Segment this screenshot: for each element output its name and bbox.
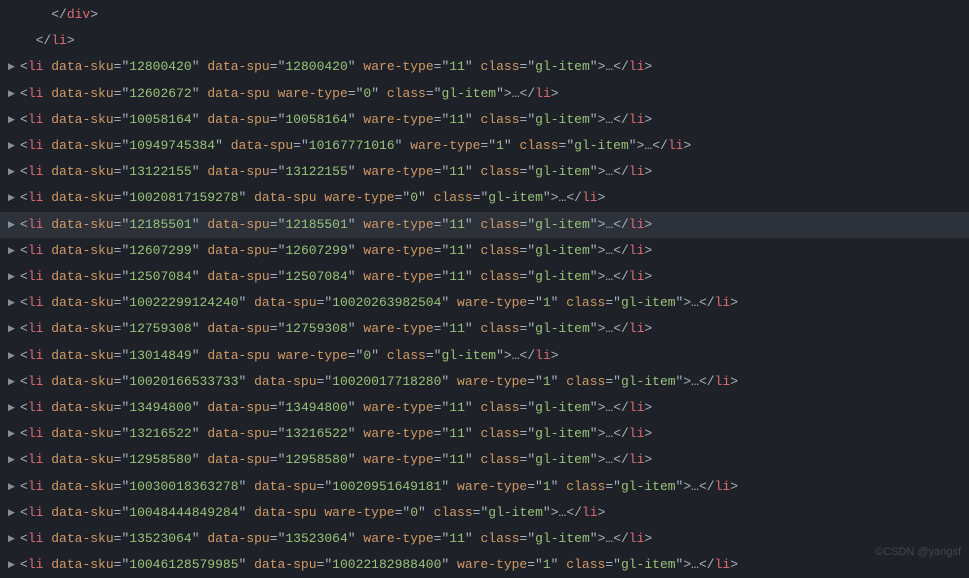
expand-arrow-icon[interactable]: ▶ — [8, 185, 15, 211]
expand-arrow-icon[interactable]: ▶ — [8, 343, 15, 369]
li-element-line[interactable]: ▶<li data-sku="10020166533733" data-spu=… — [0, 369, 969, 395]
expand-arrow-icon[interactable]: ▶ — [8, 369, 15, 395]
li-element-line[interactable]: ▶<li data-sku="13523064" data-spu="13523… — [0, 526, 969, 552]
expand-arrow-icon[interactable]: ▶ — [8, 500, 15, 526]
li-element-line[interactable]: ▶<li data-sku="10949745384" data-spu="10… — [0, 133, 969, 159]
expand-arrow-icon[interactable]: ▶ — [8, 526, 15, 552]
expand-arrow-icon[interactable]: ▶ — [8, 474, 15, 500]
expand-arrow-icon[interactable]: ▶ — [8, 395, 15, 421]
watermark: ©CSDN @yangsf — [875, 539, 961, 565]
li-element-line[interactable]: ▶<li data-sku="12185501" data-spu="12185… — [0, 212, 969, 238]
expand-arrow-icon[interactable]: ▶ — [8, 552, 15, 578]
expand-arrow-icon[interactable]: ▶ — [8, 264, 15, 290]
li-element-line[interactable]: ▶<li data-sku="12607299" data-spu="12607… — [0, 238, 969, 264]
expand-arrow-icon[interactable]: ▶ — [8, 133, 15, 159]
expand-arrow-icon[interactable]: ▶ — [8, 290, 15, 316]
expand-arrow-icon[interactable]: ▶ — [8, 238, 15, 264]
li-element-line[interactable]: ▶<li data-sku="10020817159278" data-spu … — [0, 185, 969, 211]
li-element-line[interactable]: ▶<li data-sku="10030018363278" data-spu=… — [0, 474, 969, 500]
closing-tag-line: </li> — [0, 28, 969, 54]
li-element-line[interactable]: ▶<li data-sku="13494800" data-spu="13494… — [0, 395, 969, 421]
li-element-line[interactable]: ▶<li data-sku="12759308" data-spu="12759… — [0, 316, 969, 342]
li-element-line[interactable]: ▶<li data-sku="13014849" data-spu ware-t… — [0, 343, 969, 369]
expand-arrow-icon[interactable]: ▶ — [8, 54, 15, 80]
li-element-line[interactable]: ▶<li data-sku="10022299124240" data-spu=… — [0, 290, 969, 316]
expand-arrow-icon[interactable]: ▶ — [8, 316, 15, 342]
expand-arrow-icon[interactable]: ▶ — [8, 421, 15, 447]
expand-arrow-icon[interactable]: ▶ — [8, 81, 15, 107]
expand-arrow-icon[interactable]: ▶ — [8, 159, 15, 185]
li-element-line[interactable]: ▶<li data-sku="12800420" data-spu="12800… — [0, 54, 969, 80]
li-element-line[interactable]: ▶<li data-sku="12602672" data-spu ware-t… — [0, 81, 969, 107]
expand-arrow-icon[interactable]: ▶ — [8, 447, 15, 473]
li-element-line[interactable]: ▶<li data-sku="12958580" data-spu="12958… — [0, 447, 969, 473]
li-element-line[interactable]: ▶<li data-sku="10058164" data-spu="10058… — [0, 107, 969, 133]
li-element-line[interactable]: ▶<li data-sku="12507084" data-spu="12507… — [0, 264, 969, 290]
li-element-line[interactable]: ▶<li data-sku="13122155" data-spu="13122… — [0, 159, 969, 185]
li-element-line[interactable]: ▶<li data-sku="10046128579985" data-spu=… — [0, 552, 969, 578]
code-panel: </div> </li>▶<li data-sku="12800420" dat… — [0, 0, 969, 578]
li-element-line[interactable]: ▶<li data-sku="13216522" data-spu="13216… — [0, 421, 969, 447]
closing-tag-line: </div> — [0, 2, 969, 28]
li-element-line[interactable]: ▶<li data-sku="10048444849284" data-spu … — [0, 500, 969, 526]
expand-arrow-icon[interactable]: ▶ — [8, 107, 15, 133]
expand-arrow-icon[interactable]: ▶ — [8, 212, 15, 238]
